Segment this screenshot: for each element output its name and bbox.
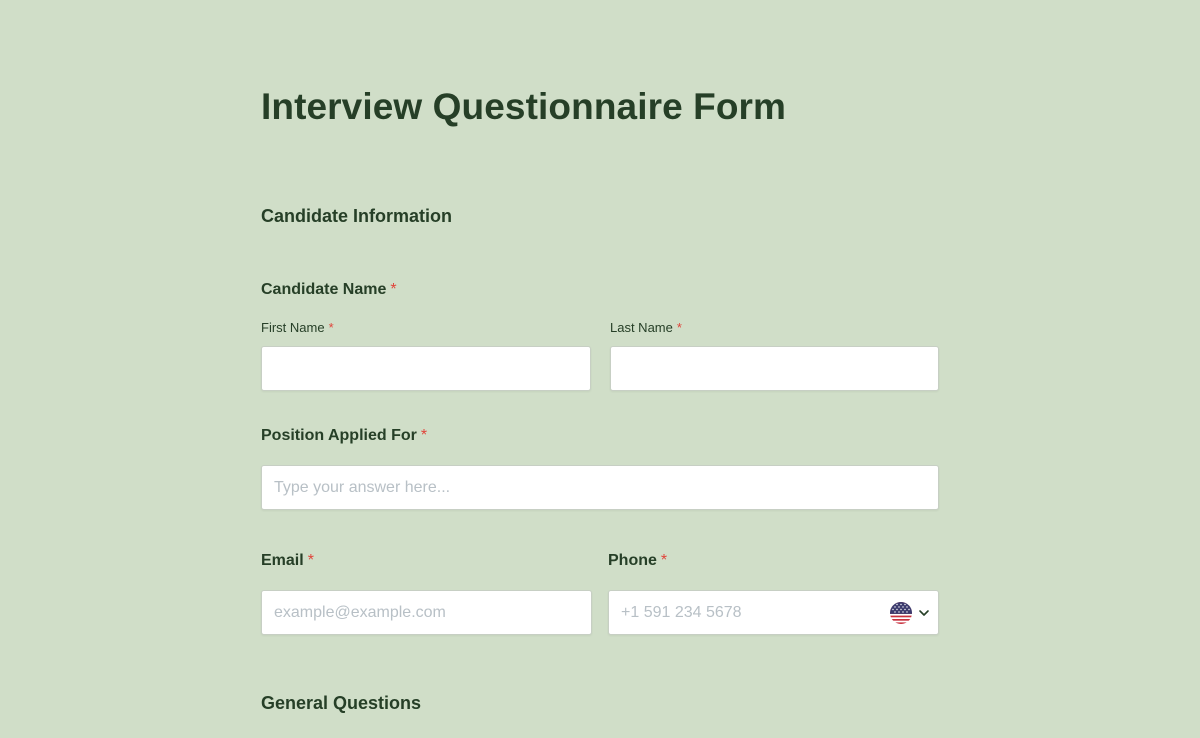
section-heading-candidate-information: Candidate Information bbox=[261, 206, 453, 226]
chevron-down-icon bbox=[919, 610, 929, 616]
us-flag-icon bbox=[890, 602, 912, 624]
required-asterisk: * bbox=[420, 427, 428, 444]
required-asterisk: * bbox=[390, 281, 397, 298]
phone-field bbox=[608, 590, 939, 635]
candidate-name-label-text: Candidate Name bbox=[261, 281, 387, 298]
first-name-label: First Name * bbox=[261, 320, 334, 335]
email-label: Email * bbox=[261, 552, 314, 570]
required-asterisk: * bbox=[676, 320, 682, 335]
first-name-input[interactable] bbox=[261, 346, 591, 391]
email-input[interactable] bbox=[261, 590, 592, 635]
phone-label: Phone * bbox=[608, 552, 667, 570]
required-asterisk: * bbox=[328, 320, 334, 335]
last-name-input[interactable] bbox=[610, 346, 939, 391]
position-label-text: Position Applied For bbox=[261, 427, 417, 444]
page-title: Interview Questionnaire Form bbox=[261, 86, 787, 127]
position-label: Position Applied For * bbox=[261, 427, 427, 445]
email-label-text: Email bbox=[261, 552, 304, 569]
phone-label-text: Phone bbox=[608, 552, 657, 569]
first-name-label-text: First Name bbox=[261, 320, 325, 335]
candidate-name-label: Candidate Name * bbox=[261, 281, 397, 299]
position-input[interactable] bbox=[261, 465, 939, 510]
section-heading-general-questions: General Questions bbox=[261, 693, 422, 713]
country-code-selector[interactable] bbox=[890, 601, 930, 625]
last-name-label: Last Name * bbox=[610, 320, 682, 335]
last-name-label-text: Last Name bbox=[610, 320, 673, 335]
required-asterisk: * bbox=[307, 552, 314, 569]
phone-input[interactable] bbox=[609, 591, 869, 634]
required-asterisk: * bbox=[660, 552, 668, 569]
